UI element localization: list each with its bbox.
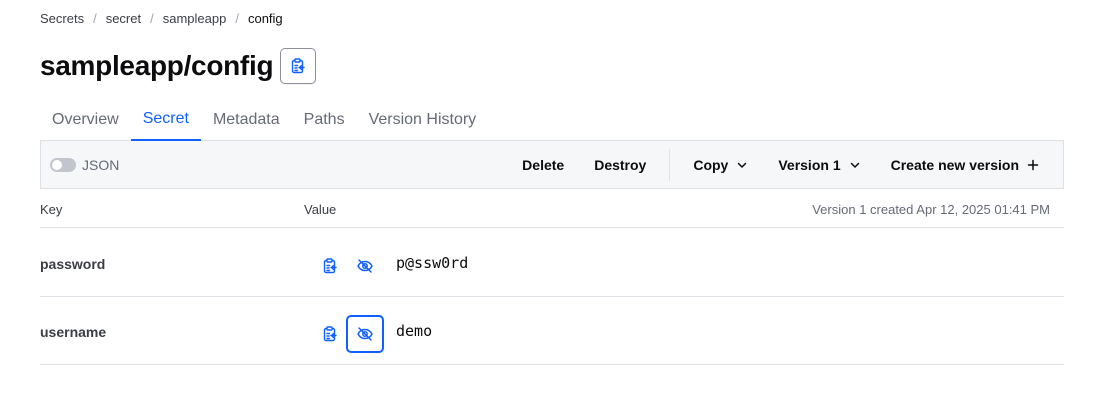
- plus-icon: [1027, 159, 1039, 171]
- secret-toolbar: JSON Delete Destroy Copy Version 1 Creat…: [40, 141, 1064, 189]
- chevron-down-icon: [736, 159, 748, 171]
- breadcrumb-secret[interactable]: secret: [106, 11, 141, 26]
- breadcrumb-sampleapp[interactable]: sampleapp: [163, 11, 227, 26]
- create-new-version-label: Create new version: [890, 156, 1019, 173]
- table-row: password p@ssw0rd: [40, 229, 1064, 297]
- toolbar-divider: [669, 148, 671, 181]
- table-header: Key Value Version 1 created Apr 12, 2025…: [40, 189, 1064, 228]
- eye-off-icon: [357, 327, 373, 341]
- create-new-version-button[interactable]: Create new version: [876, 141, 1063, 188]
- version-created-info: Version 1 created Apr 12, 2025 01:41 PM: [812, 202, 1050, 217]
- copy-dropdown-label: Copy: [693, 156, 729, 173]
- tab-bar: Overview Secret Metadata Paths Version H…: [40, 98, 1064, 141]
- toggle-visibility-button[interactable]: [346, 315, 384, 353]
- copy-value-button[interactable]: [314, 247, 346, 285]
- breadcrumb-secrets[interactable]: Secrets: [40, 11, 84, 26]
- toolbar-actions: Delete Destroy Copy Version 1 Create new…: [507, 141, 1063, 188]
- copy-path-button[interactable]: [280, 48, 317, 84]
- json-toggle-label: JSON: [82, 156, 120, 173]
- delete-button-label: Delete: [522, 156, 565, 173]
- destroy-button[interactable]: Destroy: [579, 141, 661, 188]
- row-actions: [314, 247, 384, 285]
- eye-off-icon: [357, 259, 373, 273]
- breadcrumb-separator: /: [235, 11, 239, 26]
- table-row: username demo: [40, 297, 1064, 365]
- toggle-knob: [52, 159, 62, 170]
- breadcrumb-separator: /: [150, 11, 154, 26]
- breadcrumb-separator: /: [93, 11, 97, 26]
- version-dropdown[interactable]: Version 1: [763, 141, 875, 188]
- copy-dropdown[interactable]: Copy: [678, 141, 763, 188]
- clipboard-icon: [323, 258, 337, 274]
- chevron-down-icon: [849, 159, 861, 171]
- tab-version-history[interactable]: Version History: [357, 98, 489, 141]
- secret-value: p@ssw0rd: [396, 254, 469, 272]
- value-column-header: Value: [304, 202, 337, 217]
- clipboard-icon: [292, 58, 305, 74]
- toggle-visibility-button[interactable]: [346, 247, 384, 285]
- title-row: sampleapp/config: [40, 48, 317, 84]
- tab-paths[interactable]: Paths: [292, 98, 357, 141]
- secret-value: demo: [396, 322, 433, 340]
- destroy-button-label: Destroy: [594, 156, 647, 173]
- breadcrumb: Secrets / secret / sampleapp / config: [40, 11, 283, 26]
- secret-key: password: [40, 256, 106, 272]
- clipboard-icon: [323, 326, 337, 342]
- version-dropdown-label: Version 1: [778, 156, 841, 173]
- tab-secret[interactable]: Secret: [130, 98, 201, 141]
- row-actions: [314, 315, 384, 353]
- delete-button[interactable]: Delete: [507, 141, 579, 188]
- copy-value-button[interactable]: [314, 315, 346, 353]
- breadcrumb-config: config: [247, 11, 283, 26]
- json-toggle[interactable]: [50, 157, 76, 172]
- key-column-header: Key: [40, 202, 63, 217]
- page-title: sampleapp/config: [40, 50, 274, 81]
- tab-overview[interactable]: Overview: [40, 98, 131, 141]
- tab-metadata[interactable]: Metadata: [201, 98, 292, 141]
- secret-key: username: [40, 324, 107, 340]
